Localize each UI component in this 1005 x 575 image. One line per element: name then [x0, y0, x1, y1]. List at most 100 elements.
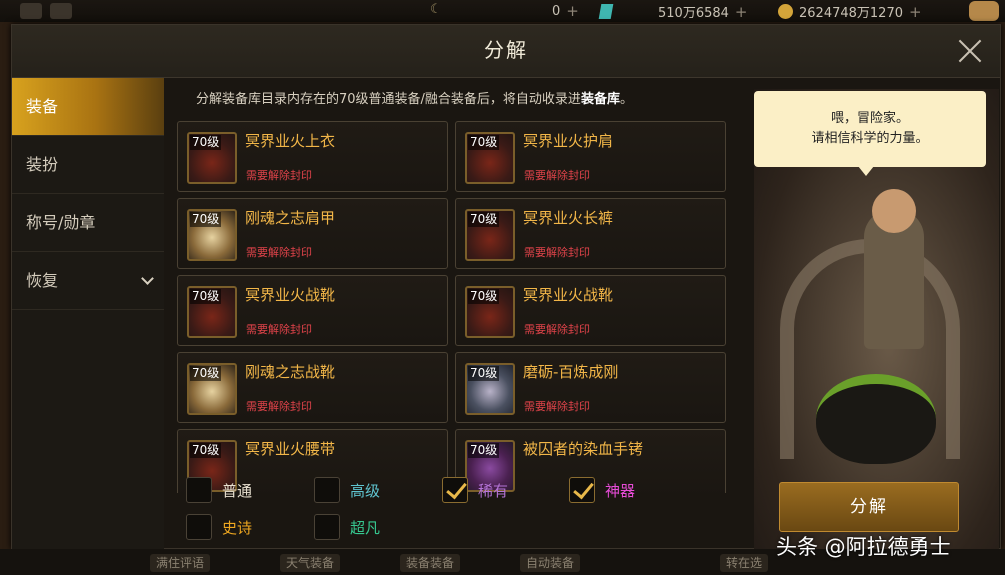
filter-artifact[interactable]: 神器: [569, 477, 635, 503]
list-item[interactable]: 70级 冥界业火战靴 需要解除封印: [177, 275, 448, 346]
red-armor-icon: 70级: [465, 286, 515, 338]
bottom-button-5[interactable]: 转在选: [720, 554, 769, 572]
item-grid: 70级 冥界业火上衣 需要解除封印 70级 冥界业火护肩 需要解除封印 70级 …: [177, 121, 729, 493]
item-status: 需要解除封印: [524, 400, 590, 413]
filter-rare[interactable]: 稀有: [442, 477, 508, 503]
item-level: 70级: [468, 289, 500, 304]
filter-label: 超凡: [350, 518, 381, 537]
item-name: 冥界业火腰带: [245, 440, 336, 458]
close-icon[interactable]: [956, 37, 984, 65]
list-item[interactable]: 70级 磨砺-百炼成刚 需要解除封印: [455, 352, 726, 423]
checkbox[interactable]: [186, 477, 212, 503]
notice-end: 。: [619, 92, 633, 107]
item-status: 需要解除封印: [246, 246, 312, 259]
blue-armor-icon: 70级: [465, 363, 515, 415]
item-status: 需要解除封印: [246, 169, 312, 182]
item-level: 70级: [190, 289, 222, 304]
checkbox-checked[interactable]: [442, 477, 468, 503]
sidebar-item-avatar[interactable]: 装扮: [12, 136, 164, 194]
list-item[interactable]: 70级 冥界业火战靴 需要解除封印: [455, 275, 726, 346]
sidebar: 装备 装扮 称号/勋章 恢复: [12, 78, 164, 550]
npc-panel: 喂，冒险家。 请相信科学的力量。: [754, 89, 999, 550]
filter-label: 神器: [605, 481, 636, 500]
item-level: 70级: [190, 135, 222, 150]
sidebar-item-equipment[interactable]: 装备: [12, 78, 164, 136]
sidebar-item-title-medal[interactable]: 称号/勋章: [12, 194, 164, 252]
list-item[interactable]: 70级 冥界业火长裤 需要解除封印: [455, 198, 726, 269]
checkbox[interactable]: [186, 514, 212, 540]
decompose-button[interactable]: 分解: [779, 482, 959, 532]
gem-icon: [598, 4, 614, 19]
item-level: 70级: [190, 212, 222, 227]
gold-armor-icon: 70级: [187, 363, 237, 415]
checkbox[interactable]: [314, 477, 340, 503]
bag-icon[interactable]: [969, 1, 999, 21]
speech-line-2: 请相信科学的力量。: [811, 131, 929, 146]
item-level: 70级: [468, 212, 500, 227]
item-status: 需要解除封印: [524, 169, 590, 182]
checkbox-checked[interactable]: [569, 477, 595, 503]
bottom-button-1[interactable]: 满住评语: [150, 554, 211, 572]
item-level: 70级: [468, 366, 500, 381]
filter-label: 稀有: [478, 481, 509, 500]
menu-icon[interactable]: [20, 3, 42, 19]
item-level: 70级: [190, 366, 222, 381]
item-status: 需要解除封印: [246, 323, 312, 336]
list-item[interactable]: 70级 刚魂之志战靴 需要解除封印: [177, 352, 448, 423]
decompose-notice: 分解装备库目录内存在的70级普通装备/融合装备后，将自动收录进装备库。: [196, 88, 633, 107]
gold-coin-icon: [778, 4, 793, 19]
currency-2: 510万6584 +: [598, 2, 748, 21]
moon-icon: ☾: [430, 2, 442, 17]
item-level: 70级: [190, 443, 222, 458]
list-item[interactable]: 70级 刚魂之志肩甲 需要解除封印: [177, 198, 448, 269]
speech-line-1: 喂，冒险家。: [830, 111, 909, 126]
npc-speech-bubble: 喂，冒险家。 请相信科学的力量。: [754, 91, 986, 176]
filter-label: 普通: [222, 481, 253, 500]
top-status-bar: ☾ 0 + 510万6584 + 2624748万1270 +: [0, 0, 1005, 22]
currency-2-add-button[interactable]: +: [735, 3, 748, 21]
currency-1: 0 +: [552, 2, 579, 20]
sidebar-item-label: 装备: [26, 97, 59, 116]
item-name: 刚魂之志战靴: [245, 363, 336, 381]
currency-3: 2624748万1270 +: [778, 2, 922, 21]
sidebar-item-label: 称号/勋章: [26, 213, 96, 232]
bottom-button-3[interactable]: 装备装备: [400, 554, 461, 572]
item-name: 刚魂之志肩甲: [245, 209, 336, 227]
map-icon[interactable]: [50, 3, 72, 19]
currency-1-value: 0: [552, 3, 561, 19]
red-armor-icon: 70级: [187, 132, 237, 184]
npc-head: [872, 189, 916, 233]
item-level: 70级: [468, 135, 500, 150]
currency-1-add-button[interactable]: +: [566, 2, 579, 20]
watermark: 头条 @阿拉德勇士: [776, 535, 951, 559]
top-left-icons: [20, 3, 72, 19]
checkbox[interactable]: [314, 514, 340, 540]
item-status: 需要解除封印: [246, 400, 312, 413]
window-title: 分解: [484, 38, 528, 62]
currency-2-value: 510万6584: [658, 6, 729, 21]
red-armor-icon: 70级: [187, 286, 237, 338]
notice-text: 分解装备库目录内存在的70级普通装备/融合装备后，将自动收录进: [196, 92, 581, 107]
filter-normal[interactable]: 普通: [186, 477, 252, 503]
filter-transcendent[interactable]: 超凡: [314, 514, 380, 540]
list-item[interactable]: 70级 冥界业火护肩 需要解除封印: [455, 121, 726, 192]
cauldron-icon: [816, 374, 936, 464]
red-armor-icon: 70级: [465, 132, 515, 184]
item-name: 磨砺-百炼成刚: [523, 363, 619, 381]
sidebar-item-restore[interactable]: 恢复: [12, 252, 164, 310]
decompose-window: 分解 装备 装扮 称号/勋章 恢复 分解装备库目录内存在的70级普通装备/融合装…: [11, 24, 1001, 550]
item-level: 70级: [468, 443, 500, 458]
filter-advanced[interactable]: 高级: [314, 477, 380, 503]
sidebar-item-label: 恢复: [26, 271, 59, 290]
bottom-button-4[interactable]: 自动装备: [520, 554, 581, 572]
currency-3-add-button[interactable]: +: [909, 3, 922, 21]
filter-epic[interactable]: 史诗: [186, 514, 252, 540]
list-item[interactable]: 70级 冥界业火上衣 需要解除封印: [177, 121, 448, 192]
bottom-button-2[interactable]: 天气装备: [280, 554, 341, 572]
filter-label: 史诗: [222, 518, 253, 537]
item-name: 冥界业火战靴: [523, 286, 614, 304]
item-name: 冥界业火护肩: [523, 132, 614, 150]
currency-3-value: 2624748万1270: [799, 6, 903, 21]
filter-label: 高级: [350, 481, 381, 500]
item-name: 冥界业火长裤: [523, 209, 614, 227]
